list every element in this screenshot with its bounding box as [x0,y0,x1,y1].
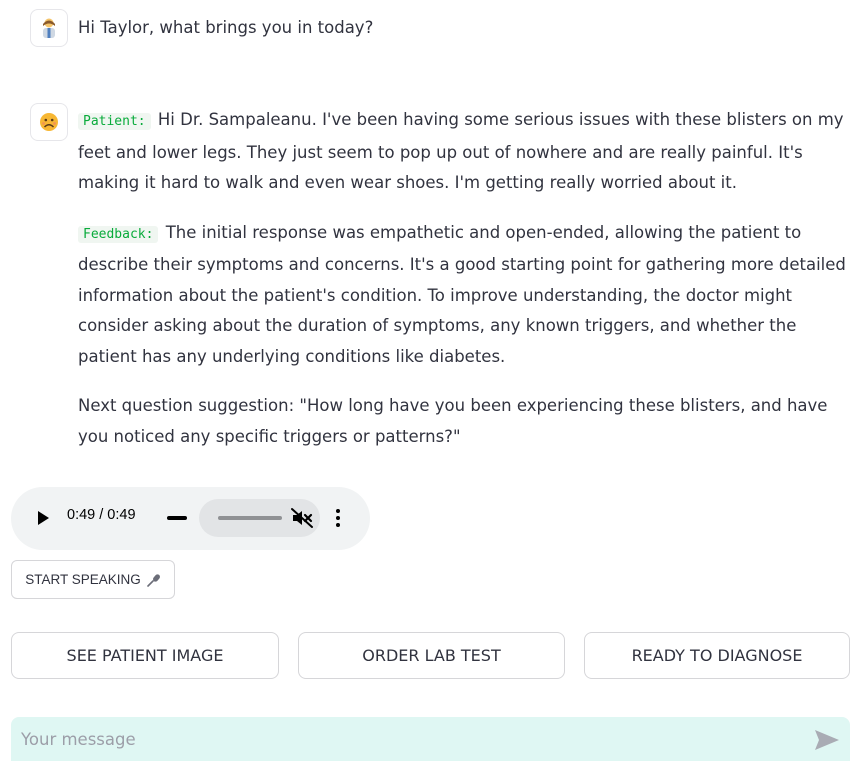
feedback-paragraph: Feedback: The initial response was empat… [78,218,850,373]
doctor-message-text: Hi Taylor, what brings you in today? [78,18,374,37]
audio-seek-bar[interactable] [167,516,187,520]
patient-message-text: Hi Dr. Sampaleanu. I've been having some… [78,110,844,192]
worried-face-icon [30,103,68,141]
next-question-suggestion: Next question suggestion: "How long have… [78,396,828,446]
feedback-message-text: The initial response was empathetic and … [78,222,846,366]
see-patient-image-label: SEE PATIENT IMAGE [66,646,224,665]
chat-input-container [11,717,850,761]
send-icon[interactable] [814,729,840,751]
doctor-message: Hi Taylor, what brings you in today? [30,9,850,49]
start-speaking-label: START SPEAKING [25,572,141,587]
ready-to-diagnose-button[interactable]: READY TO DIAGNOSE [584,632,850,679]
audio-player: 0:49 / 0:49 [11,487,370,550]
feedback-tag: Feedback: [78,225,159,243]
start-speaking-button[interactable]: START SPEAKING [11,560,175,599]
see-patient-image-button[interactable]: SEE PATIENT IMAGE [11,632,279,679]
patient-tag: Patient: [78,113,151,130]
audio-time: 0:49 / 0:49 [67,507,136,523]
order-lab-test-label: ORDER LAB TEST [362,646,501,665]
doctor-avatar-icon [30,9,68,47]
volume-muted-icon[interactable] [290,506,314,530]
patient-paragraph: Patient: Hi Dr. Sampaleanu. I've been ha… [78,105,850,199]
volume-slider[interactable] [218,516,282,520]
microphone-icon [146,573,160,587]
ready-to-diagnose-label: READY TO DIAGNOSE [631,646,803,665]
message-input[interactable] [11,717,791,761]
patient-message: Patient: Hi Dr. Sampaleanu. I've been ha… [30,103,850,463]
more-vertical-icon[interactable] [331,506,345,530]
play-icon[interactable] [38,511,49,525]
order-lab-test-button[interactable]: ORDER LAB TEST [298,632,565,679]
patient-message-body: Patient: Hi Dr. Sampaleanu. I've been ha… [78,105,850,471]
